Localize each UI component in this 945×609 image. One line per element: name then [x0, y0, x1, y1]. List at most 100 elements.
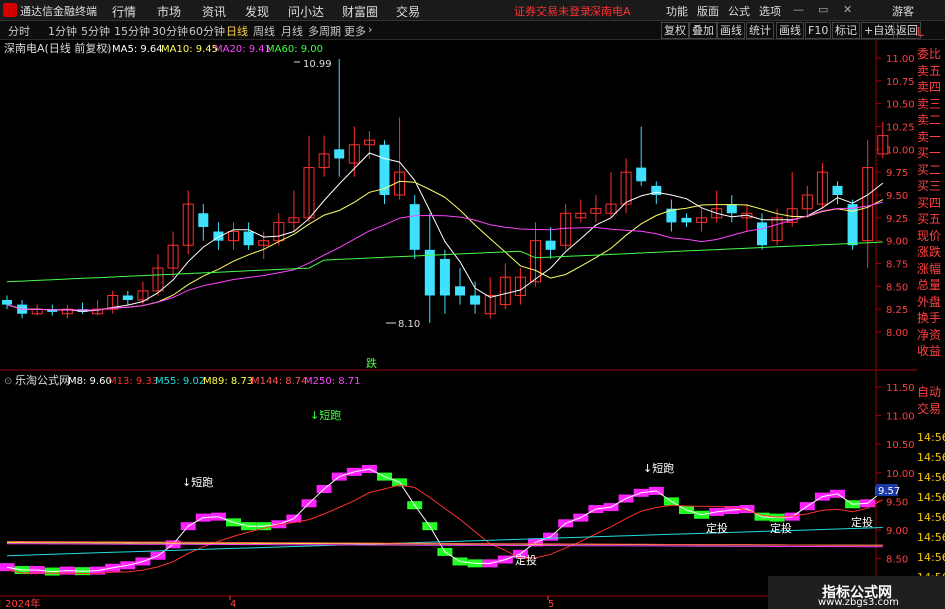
- sub-tick-label: 11.00: [886, 412, 915, 423]
- trade-login-warning[interactable]: 证券交易未登录: [514, 3, 591, 19]
- side-item: 净资: [917, 327, 942, 342]
- menu-market[interactable]: 市场: [157, 3, 181, 20]
- price-tick-label: 9.00: [886, 237, 908, 248]
- price-tick-label: 9.25: [886, 214, 908, 225]
- side-item: 涨跌: [917, 245, 942, 259]
- stock-chart[interactable]: 11.00 10.75 10.50 10.25 10.00 9.75 9.50 9.25 9.0…: [0, 40, 917, 609]
- menu-trade[interactable]: 交易: [396, 3, 420, 20]
- auto-trade-button[interactable]: 自动 交易: [917, 384, 945, 417]
- f10-button[interactable]: F10: [805, 22, 832, 39]
- period-multi[interactable]: 多周期: [308, 23, 341, 39]
- side-item: 涨幅: [917, 261, 942, 276]
- side-item: 买二: [917, 162, 942, 177]
- period-more[interactable]: 更多: [344, 23, 366, 39]
- m144-label: M144: 8.74: [251, 376, 308, 387]
- ma20-label: MA20: 9.41: [214, 44, 271, 55]
- draw-button[interactable]: 画线: [717, 22, 745, 39]
- menu-news[interactable]: 资讯: [202, 3, 226, 20]
- period-30min[interactable]: 30分钟: [152, 23, 188, 39]
- side-item: 收益: [917, 344, 942, 358]
- high-price-label: 10.99: [303, 59, 332, 70]
- sub-tick-label: 10.50: [886, 440, 915, 451]
- price-tick-label: 10.75: [886, 77, 915, 88]
- ma10-label: MA10: 9.45: [161, 44, 218, 55]
- price-tick-label: 10.50: [886, 100, 915, 111]
- annotation-invest-4: 定投: [515, 553, 537, 567]
- candle-body: [424, 249, 435, 296]
- side-time: 14:56: [917, 511, 945, 524]
- sub-tick-label: 10.00: [886, 469, 915, 480]
- sub-tick-label: 9.00: [886, 526, 908, 537]
- sub-tick-label: 8.50: [886, 555, 908, 566]
- candle-body: [636, 167, 647, 182]
- ma60-label: MA60: 9.00: [266, 44, 323, 55]
- candle-body: [757, 222, 767, 246]
- side-item: 委比: [917, 47, 942, 61]
- last-value-text: 9.57: [878, 486, 900, 497]
- ma5-label: MA5: 9.64: [112, 44, 163, 55]
- m8-line: [6, 468, 884, 573]
- price-tick-label: 8.00: [886, 328, 908, 339]
- minimize-icon[interactable]: —: [793, 3, 804, 16]
- title-stock-name: 深南电A: [590, 5, 631, 18]
- settings-icon[interactable]: ⊙: [101, 44, 109, 55]
- side-time: 14:56: [917, 491, 945, 504]
- menu-wealth[interactable]: 财富圈: [342, 3, 378, 20]
- guest-label[interactable]: 游客: [892, 3, 914, 19]
- adjust-button[interactable]: 复权: [661, 22, 689, 39]
- period-intraday[interactable]: 分时: [8, 23, 30, 39]
- annotation-invest-2: 定投: [770, 521, 792, 535]
- side-time: 14:56: [917, 551, 945, 564]
- menu-options[interactable]: 选项: [759, 3, 781, 19]
- x-label-may: 5: [548, 599, 554, 609]
- more-chevron-icon[interactable]: ›: [368, 23, 372, 36]
- price-tick-label: 9.75: [886, 168, 908, 179]
- period-daily[interactable]: 日线: [226, 23, 248, 39]
- side-time: 14:56: [917, 531, 945, 544]
- price-tick-label: 10.00: [886, 145, 915, 156]
- side-item: 现价: [917, 228, 942, 243]
- period-monthly[interactable]: 月线: [281, 23, 303, 39]
- period-weekly[interactable]: 周线: [253, 23, 275, 39]
- candle-body: [198, 213, 209, 227]
- side-panel-toggle[interactable]: L: [917, 24, 945, 41]
- m13-label: M13: 9.33: [108, 376, 158, 387]
- candle-body: [726, 204, 737, 214]
- annotation-run-2: ↓短跑: [182, 475, 213, 489]
- side-item: 卖二: [917, 113, 942, 127]
- menu-function[interactable]: 功能: [666, 3, 688, 19]
- side-time: 14:56: [917, 431, 945, 444]
- menu-discover[interactable]: 发现: [245, 3, 269, 20]
- side-item: 换手: [917, 311, 942, 325]
- m55-label: M55: 9.02: [155, 376, 205, 387]
- annotation-run-1: ↓短跑: [310, 408, 341, 422]
- candle-body: [334, 149, 345, 159]
- side-item: 卖三: [917, 96, 942, 111]
- menu-layout[interactable]: 版面: [697, 3, 719, 19]
- restore-icon[interactable]: ▭: [818, 3, 828, 16]
- side-time: 14:56: [917, 471, 945, 484]
- sub-settings-icon[interactable]: ⊙: [4, 376, 12, 387]
- candle-body: [545, 240, 556, 250]
- price-tick-label: 9.50: [886, 191, 908, 202]
- candle-body: [409, 204, 420, 250]
- menu-formula[interactable]: 公式: [728, 3, 750, 19]
- side-time: 14:56: [917, 451, 945, 464]
- app-logo-icon: [3, 3, 17, 17]
- mark-button[interactable]: 标记: [832, 22, 860, 39]
- low-price-label: 8.10: [398, 319, 420, 330]
- period-15min[interactable]: 15分钟: [114, 23, 150, 39]
- app-name: 通达信金融终端: [20, 5, 97, 18]
- stats-button[interactable]: 统计: [746, 22, 774, 39]
- overlay-button[interactable]: 叠加: [689, 22, 717, 39]
- drawline-button[interactable]: 画线: [776, 22, 804, 39]
- menu-quotes[interactable]: 行情: [112, 3, 136, 20]
- period-5min[interactable]: 5分钟: [81, 23, 110, 39]
- side-time-list: 14:56 14:56 14:56 14:56 14:56 14:56 14:5…: [917, 428, 945, 588]
- period-1min[interactable]: 1分钟: [48, 23, 77, 39]
- close-icon[interactable]: ✕: [843, 3, 852, 16]
- period-60min[interactable]: 60分钟: [189, 23, 225, 39]
- menu-ask[interactable]: 问小达: [288, 3, 324, 20]
- annotation-invest-3: 定投: [851, 515, 873, 529]
- price-tick-label: 8.50: [886, 282, 908, 293]
